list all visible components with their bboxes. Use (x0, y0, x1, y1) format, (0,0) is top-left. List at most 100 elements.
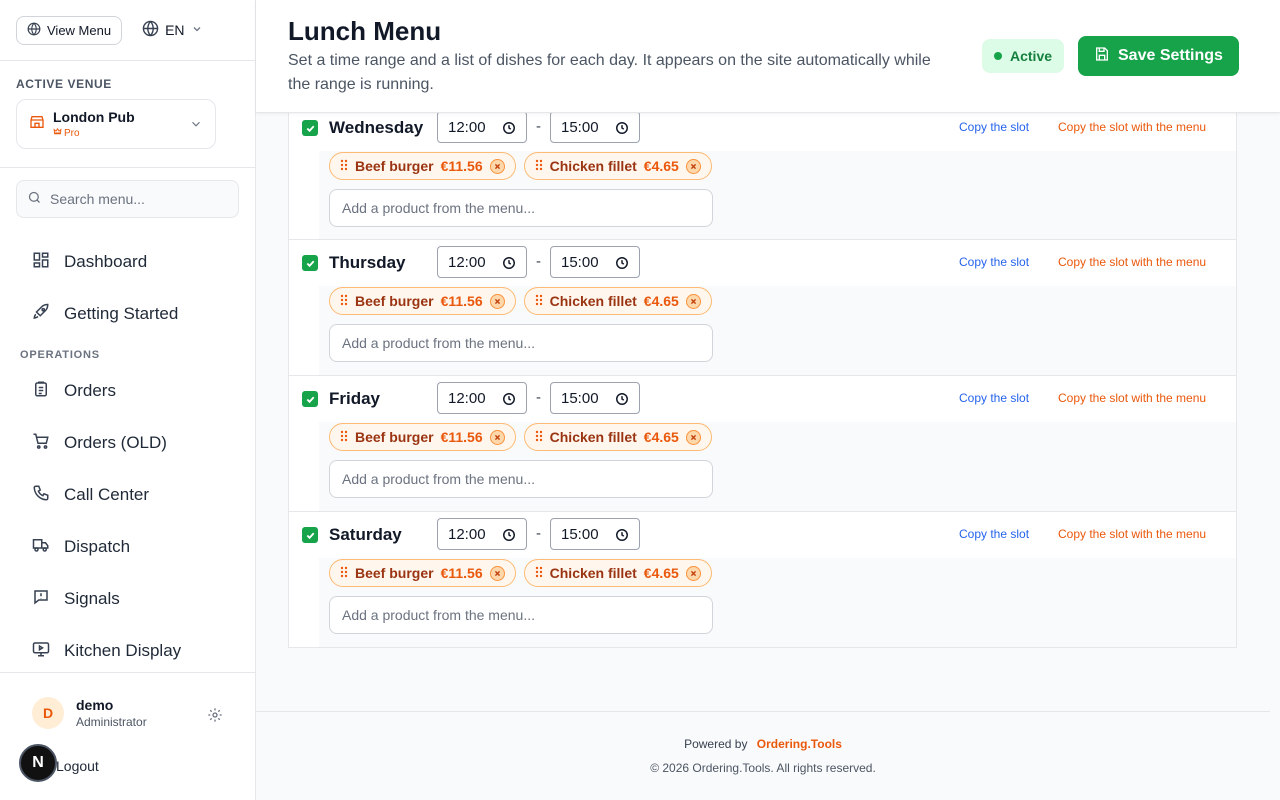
end-time-input[interactable]: 15:00 (550, 111, 640, 143)
product-chip[interactable]: Beef burger €11.56 (329, 287, 516, 315)
drag-handle-icon[interactable] (535, 429, 543, 445)
sidebar-item-dashboard[interactable]: Dashboard (0, 236, 255, 288)
remove-product-icon[interactable] (489, 429, 505, 445)
product-chip[interactable]: Chicken fillet €4.65 (523, 559, 712, 587)
day-slot-saturday: Saturday 12:00 - 15:00 Copy the slot Cop… (289, 512, 1236, 648)
venue-plan-badge: Pro (53, 127, 135, 139)
clock-icon (502, 121, 516, 139)
day-slot-header: Wednesday 12:00 - 15:00 Copy the slot Co… (289, 111, 1236, 151)
product-chip[interactable]: Chicken fillet €4.65 (523, 152, 712, 180)
drag-handle-icon[interactable] (340, 158, 348, 174)
end-time-input[interactable]: 15:00 (550, 518, 640, 550)
venue-section-label: ACTIVE VENUE (16, 77, 112, 91)
product-chip[interactable]: Chicken fillet €4.65 (523, 287, 712, 315)
copy-slot-with-menu-link[interactable]: Copy the slot with the menu (1058, 120, 1206, 134)
remove-product-icon[interactable] (685, 293, 701, 309)
remove-product-icon[interactable] (685, 429, 701, 445)
product-chip[interactable]: Beef burger €11.56 (329, 423, 516, 451)
dev-tools-badge[interactable]: N (19, 744, 57, 782)
view-menu-button[interactable]: View Menu (16, 15, 123, 45)
powered-by: Powered by Ordering.Tools (256, 737, 1270, 751)
globe-icon (142, 20, 159, 40)
save-icon (1094, 46, 1110, 67)
copy-slot-link[interactable]: Copy the slot (959, 527, 1029, 541)
sidebar-item-kitchen-display[interactable]: Kitchen Display (0, 625, 255, 677)
store-icon (29, 114, 45, 135)
status-badge: Active (982, 39, 1065, 73)
product-chips: Beef burger €11.56 Chicken fillet €4.65 (329, 287, 712, 315)
product-chip[interactable]: Beef burger €11.56 (329, 559, 516, 587)
remove-product-icon[interactable] (489, 158, 505, 174)
sidebar-item-call-center[interactable]: Call Center (0, 469, 255, 521)
sidebar-item-orders-old[interactable]: Orders (OLD) (0, 417, 255, 469)
user-role: Administrator (76, 715, 147, 729)
add-product-input[interactable]: Add a product from the menu... (329, 324, 713, 362)
day-slots-list: Wednesday 12:00 - 15:00 Copy the slot Co… (288, 111, 1237, 648)
day-name: Friday (329, 389, 381, 408)
save-settings-label: Save Settings (1118, 47, 1223, 64)
brand-link[interactable]: Ordering.Tools (757, 737, 842, 751)
product-chip[interactable]: Beef burger €11.56 (329, 152, 516, 180)
copy-slot-with-menu-link[interactable]: Copy the slot with the menu (1058, 527, 1206, 541)
search-input[interactable]: Search menu... (16, 180, 239, 218)
product-chips: Beef burger €11.56 Chicken fillet €4.65 (329, 559, 712, 587)
save-settings-button[interactable]: Save Settings (1078, 36, 1239, 76)
avatar: D (32, 697, 64, 729)
sidebar-item-signals[interactable]: Signals (0, 573, 255, 625)
end-time-input[interactable]: 15:00 (550, 382, 640, 414)
sidebar-item-dispatch[interactable]: Dispatch (0, 521, 255, 573)
copy-slot-link[interactable]: Copy the slot (959, 391, 1029, 405)
clock-icon (502, 528, 516, 546)
sidebar-item-label: Call Center (64, 485, 150, 504)
day-enabled-checkbox[interactable] (302, 120, 318, 136)
product-chips: Beef burger €11.56 Chicken fillet €4.65 (329, 152, 712, 180)
day-enabled-checkbox[interactable] (302, 255, 318, 271)
start-time-input[interactable]: 12:00 (437, 246, 527, 278)
sidebar-item-getting-started[interactable]: Getting Started (0, 288, 255, 340)
sidebar-item-orders[interactable]: Orders (0, 365, 255, 417)
add-product-input[interactable]: Add a product from the menu... (329, 189, 713, 227)
copy-slot-with-menu-link[interactable]: Copy the slot with the menu (1058, 255, 1206, 269)
alert-icon (32, 588, 50, 611)
add-product-input[interactable]: Add a product from the menu... (329, 460, 713, 498)
day-enabled-checkbox[interactable] (302, 391, 318, 407)
day-name: Saturday (329, 525, 402, 544)
remove-product-icon[interactable] (489, 293, 505, 309)
drag-handle-icon[interactable] (535, 293, 543, 309)
product-name: Chicken fillet (549, 158, 637, 174)
page-footer: Powered by Ordering.Tools © 2026 Orderin… (256, 711, 1270, 800)
start-time-input[interactable]: 12:00 (437, 382, 527, 414)
copy-slot-with-menu-link[interactable]: Copy the slot with the menu (1058, 391, 1206, 405)
remove-product-icon[interactable] (685, 158, 701, 174)
monitor-icon (32, 640, 50, 663)
chevron-down-icon (191, 22, 203, 38)
product-price: €11.56 (440, 293, 483, 309)
copy-slot-link[interactable]: Copy the slot (959, 255, 1029, 269)
drag-handle-icon[interactable] (340, 293, 348, 309)
drag-handle-icon[interactable] (340, 565, 348, 581)
end-time-input[interactable]: 15:00 (550, 246, 640, 278)
globe-icon (27, 22, 41, 39)
sidebar-item-label: Dashboard (64, 252, 148, 271)
rocket-icon (32, 303, 50, 326)
product-chip[interactable]: Chicken fillet €4.65 (523, 423, 712, 451)
start-time-input[interactable]: 12:00 (437, 518, 527, 550)
time-value: 12:00 (448, 118, 486, 136)
drag-handle-icon[interactable] (535, 158, 543, 174)
clock-icon (502, 392, 516, 410)
remove-product-icon[interactable] (685, 565, 701, 581)
venue-selector[interactable]: London Pub Pro (16, 99, 216, 149)
start-time-input[interactable]: 12:00 (437, 111, 527, 143)
day-enabled-checkbox[interactable] (302, 527, 318, 543)
drag-handle-icon[interactable] (340, 429, 348, 445)
day-slot-header: Thursday 12:00 - 15:00 Copy the slot Cop… (289, 240, 1236, 286)
status-label: Active (1010, 48, 1053, 64)
clock-icon (502, 256, 516, 274)
language-selector[interactable]: EN (142, 20, 202, 40)
copy-slot-link[interactable]: Copy the slot (959, 120, 1029, 134)
add-product-input[interactable]: Add a product from the menu... (329, 596, 713, 634)
gear-icon[interactable] (207, 707, 223, 728)
remove-product-icon[interactable] (489, 565, 505, 581)
drag-handle-icon[interactable] (535, 565, 543, 581)
logout-button[interactable]: Logout (56, 758, 99, 774)
